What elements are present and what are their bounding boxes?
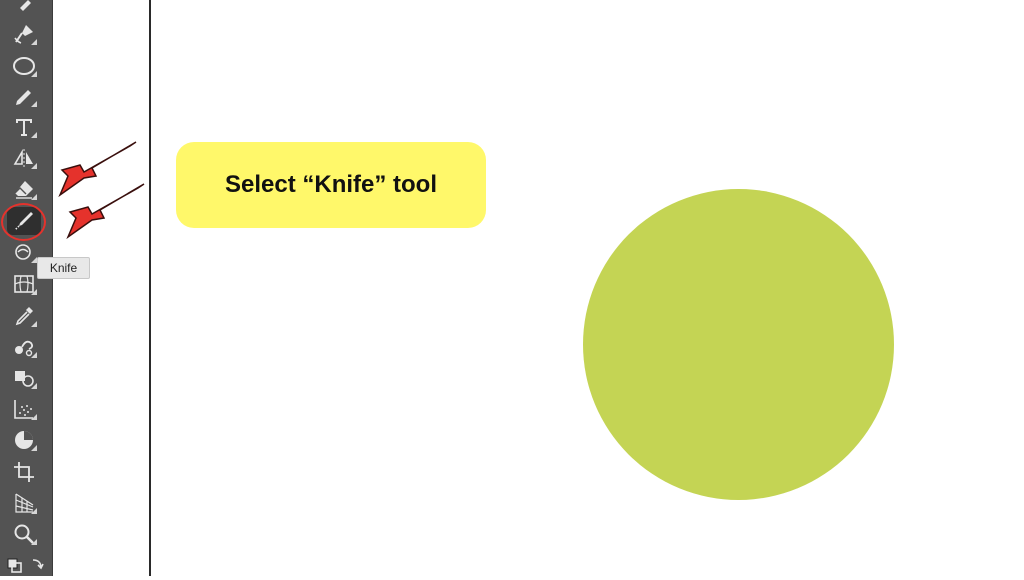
- symbol-sprayer-tool[interactable]: [7, 395, 41, 423]
- pen-tool[interactable]: [7, 20, 41, 48]
- perspective-grid-tool[interactable]: [7, 489, 41, 517]
- artboard-tool[interactable]: [7, 458, 41, 486]
- flyout-indicator: [31, 445, 37, 451]
- flyout-indicator: [31, 194, 37, 200]
- tools-panel: [0, 0, 53, 576]
- eyedropper-tool[interactable]: [7, 302, 41, 330]
- red-arrow-lower: [66, 183, 145, 240]
- knife-icon: [12, 209, 36, 233]
- pie-graph-tool[interactable]: [7, 426, 41, 454]
- type-tool[interactable]: [7, 113, 41, 141]
- instruction-callout: Select “Knife” tool: [176, 142, 486, 228]
- green-circle-shape[interactable]: [583, 189, 894, 500]
- zoom-tool[interactable]: [7, 520, 41, 548]
- swap-icon: [5, 554, 45, 578]
- knife-tooltip: Knife: [37, 257, 90, 279]
- red-arrow-upper: [58, 141, 137, 198]
- pencil-tool[interactable]: [7, 82, 41, 110]
- pencil-icon: [12, 0, 36, 18]
- flyout-indicator: [31, 101, 37, 107]
- flyout-indicator: [31, 414, 37, 420]
- knife-tool[interactable]: [7, 207, 41, 235]
- eraser-tool[interactable]: [7, 175, 41, 203]
- shape-builder-tool[interactable]: [7, 364, 41, 392]
- canvas-divider: [149, 0, 151, 576]
- artboard-icon: [12, 460, 36, 484]
- callout-text: Select “Knife” tool: [224, 171, 438, 198]
- flyout-indicator: [31, 383, 37, 389]
- ellipse-tool[interactable]: [7, 52, 41, 80]
- flyout-indicator: [31, 163, 37, 169]
- flyout-indicator: [31, 39, 37, 45]
- flyout-indicator: [31, 539, 37, 545]
- flyout-indicator: [31, 289, 37, 295]
- flyout-indicator: [31, 132, 37, 138]
- warp-tool[interactable]: [7, 238, 41, 266]
- flyout-indicator: [31, 352, 37, 358]
- reflect-tool[interactable]: [7, 144, 41, 172]
- mesh-tool[interactable]: [7, 270, 41, 298]
- flyout-indicator: [31, 508, 37, 514]
- flyout-indicator: [31, 321, 37, 327]
- blend-tool[interactable]: [7, 333, 41, 361]
- flyout-indicator: [31, 71, 37, 77]
- pencil-partial-tool[interactable]: [7, 0, 41, 20]
